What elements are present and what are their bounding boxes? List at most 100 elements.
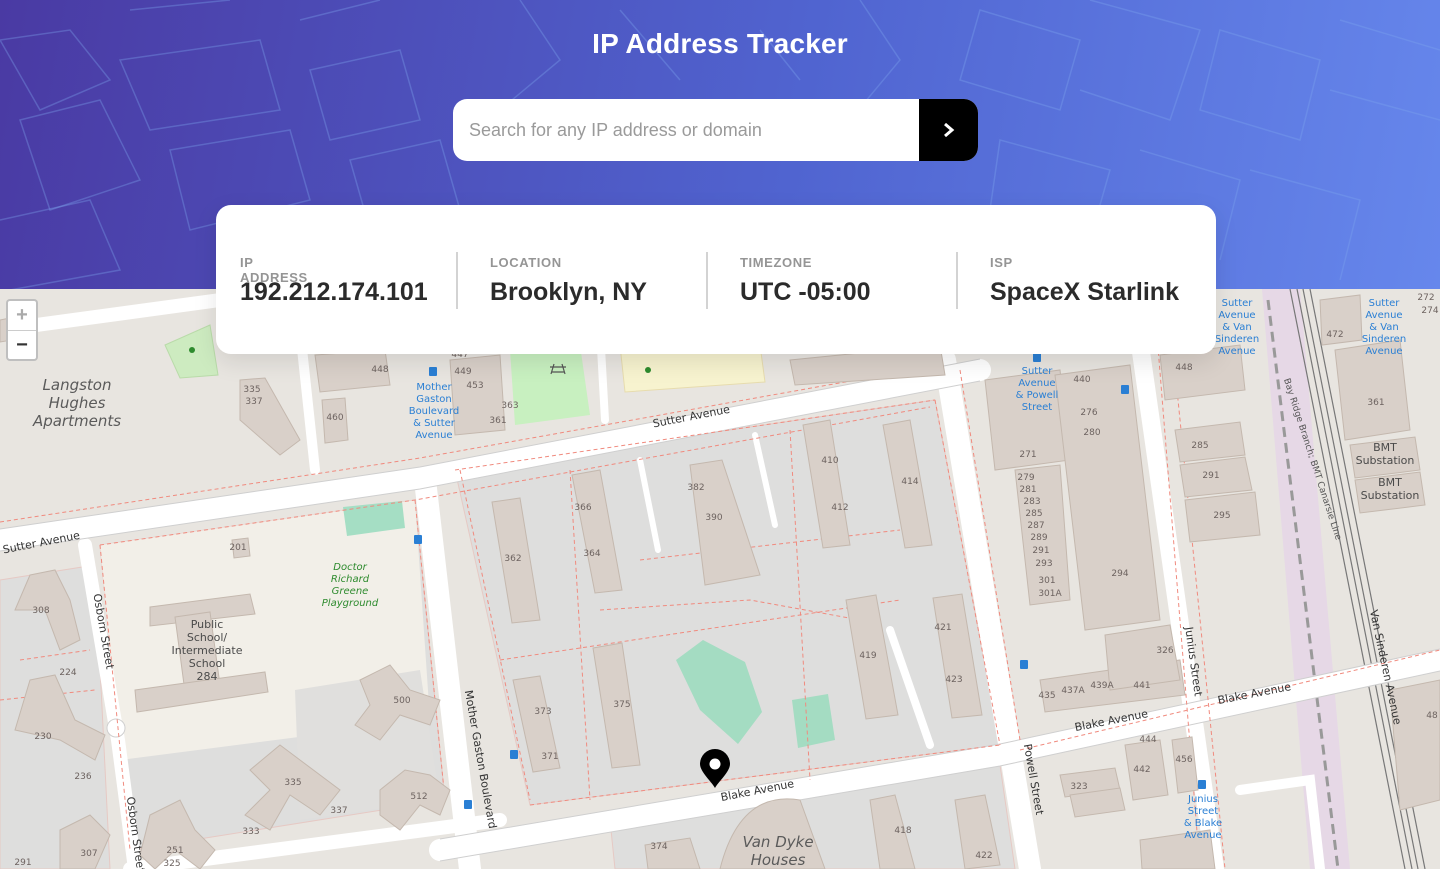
stop-label-line: Avenue (1365, 346, 1402, 357)
bus-stop-icon (414, 535, 422, 544)
zoom-in-button[interactable]: + (8, 301, 36, 331)
place-label-line: Public (191, 618, 224, 631)
house-number: 456 (1175, 755, 1192, 765)
house-number: 337 (245, 397, 262, 407)
place-label-line: Langston (43, 376, 112, 394)
house-number: 382 (687, 483, 704, 493)
house-number: 281 (1019, 485, 1036, 495)
house-number: 440 (1073, 375, 1090, 385)
house-number: 435 (1038, 691, 1055, 701)
stop-label-line: Avenue (1218, 310, 1255, 321)
house-number: 449 (454, 367, 471, 377)
stop-label-line: & Blake (1184, 818, 1222, 829)
place-label-line: School (189, 657, 226, 670)
house-number: 364 (583, 549, 600, 559)
zoom-out-button[interactable]: − (8, 331, 36, 360)
house-number: 472 (1326, 330, 1343, 340)
house-number: 335 (284, 778, 301, 788)
search-input[interactable] (453, 99, 919, 161)
house-number: 410 (821, 456, 838, 466)
stop-label-line: Avenue (1218, 346, 1255, 357)
house-number: 373 (534, 707, 551, 717)
place-label-line: Houses (751, 851, 806, 869)
stop-label-line: & Van (1369, 322, 1399, 333)
house-number: 362 (504, 554, 521, 564)
house-number: 323 (1070, 782, 1087, 792)
house-number: 444 (1139, 735, 1156, 745)
stop-label-line: & Van (1222, 322, 1252, 333)
house-number: 285 (1191, 441, 1208, 451)
house-number: 224 (59, 668, 76, 678)
stop-label-line: Mother (416, 382, 452, 393)
house-number: 301A (1038, 589, 1062, 599)
stop-label-line: Sinderen (1362, 334, 1406, 345)
house-number: 276 (1080, 408, 1097, 418)
search-bar (453, 99, 978, 161)
house-number: 274 (1421, 306, 1438, 316)
page-title: IP Address Tracker (592, 28, 848, 59)
place-label-line: Substation (1356, 454, 1415, 467)
bus-stop-icon (1020, 660, 1028, 669)
house-number: 423 (945, 675, 962, 685)
house-number: 500 (393, 696, 410, 706)
place-label-line: BMT (1373, 441, 1397, 454)
house-number: 422 (975, 851, 992, 861)
playground-icon (645, 367, 651, 373)
divider (956, 252, 958, 309)
house-number: 291 (14, 858, 31, 868)
house-number: 285 (1025, 509, 1042, 519)
house-number: 287 (1027, 521, 1044, 531)
house-number: 301 (1038, 576, 1055, 586)
ip-info-card: IP ADDRESS 192.212.174.101 LOCATION Broo… (216, 205, 1216, 354)
house-number: 375 (613, 700, 630, 710)
stop-label-line: Boulevard (409, 406, 460, 417)
house-number: 418 (894, 826, 911, 836)
stop-label-line: Junius (1187, 794, 1218, 805)
place-label-line: Playground (322, 598, 379, 609)
stop-label-line: Sinderen (1215, 334, 1259, 345)
place-label-line: Intermediate (172, 644, 243, 657)
stat-value: UTC -05:00 (740, 278, 871, 306)
stop-label-line: Sutter (1369, 298, 1401, 309)
zoom-control: + − (6, 299, 38, 361)
bus-stop-icon (464, 800, 472, 809)
house-number: 374 (650, 842, 667, 852)
house-number: 291 (1202, 471, 1219, 481)
house-number: 442 (1133, 765, 1150, 775)
house-number: 453 (466, 381, 483, 391)
house-number: 335 (243, 385, 260, 395)
house-number: 363 (501, 401, 518, 411)
stat-label: LOCATION (490, 255, 562, 270)
stop-label-line: Avenue (415, 430, 452, 441)
stop-label-line: Sutter (1222, 298, 1254, 309)
house-number: 295 (1213, 511, 1230, 521)
house-number: 279 (1017, 473, 1034, 483)
place-label-line: 284 (197, 670, 218, 683)
map-canvas[interactable]: 447448 4494533633614603353374402762802712… (0, 289, 1440, 869)
house-number: 326 (1156, 646, 1173, 656)
house-number: 437A (1061, 686, 1085, 696)
house-number: 419 (859, 651, 876, 661)
house-number: 201 (229, 543, 246, 553)
place-label-line: Hughes (49, 394, 106, 412)
place-label-line: Substation (1361, 489, 1420, 502)
house-number: 325 (163, 859, 180, 869)
house-number: 307 (80, 849, 97, 859)
bus-stop-icon (510, 750, 518, 759)
stop-label-line: Gaston (416, 394, 451, 405)
map-view[interactable]: 447 448 449 453 363 361 460 335 337 440 276 280 271 2… (0, 289, 1440, 869)
search-submit-button[interactable] (919, 99, 978, 161)
bus-stop-icon (1121, 385, 1129, 394)
place-label-line: Apartments (32, 412, 121, 430)
house-number: 414 (901, 477, 918, 487)
house-number: 333 (242, 827, 259, 837)
stat-label: ISP (990, 255, 1013, 270)
house-number: 230 (34, 732, 51, 742)
house-number: 291 (1032, 546, 1049, 556)
stop-label-line: & Powell (1016, 390, 1059, 401)
house-number: 421 (934, 623, 951, 633)
house-number: 236 (74, 772, 91, 782)
stop-label-line: Sutter (1022, 366, 1054, 377)
place-label-line: Greene (332, 586, 369, 597)
house-number: 272 (1417, 293, 1434, 303)
